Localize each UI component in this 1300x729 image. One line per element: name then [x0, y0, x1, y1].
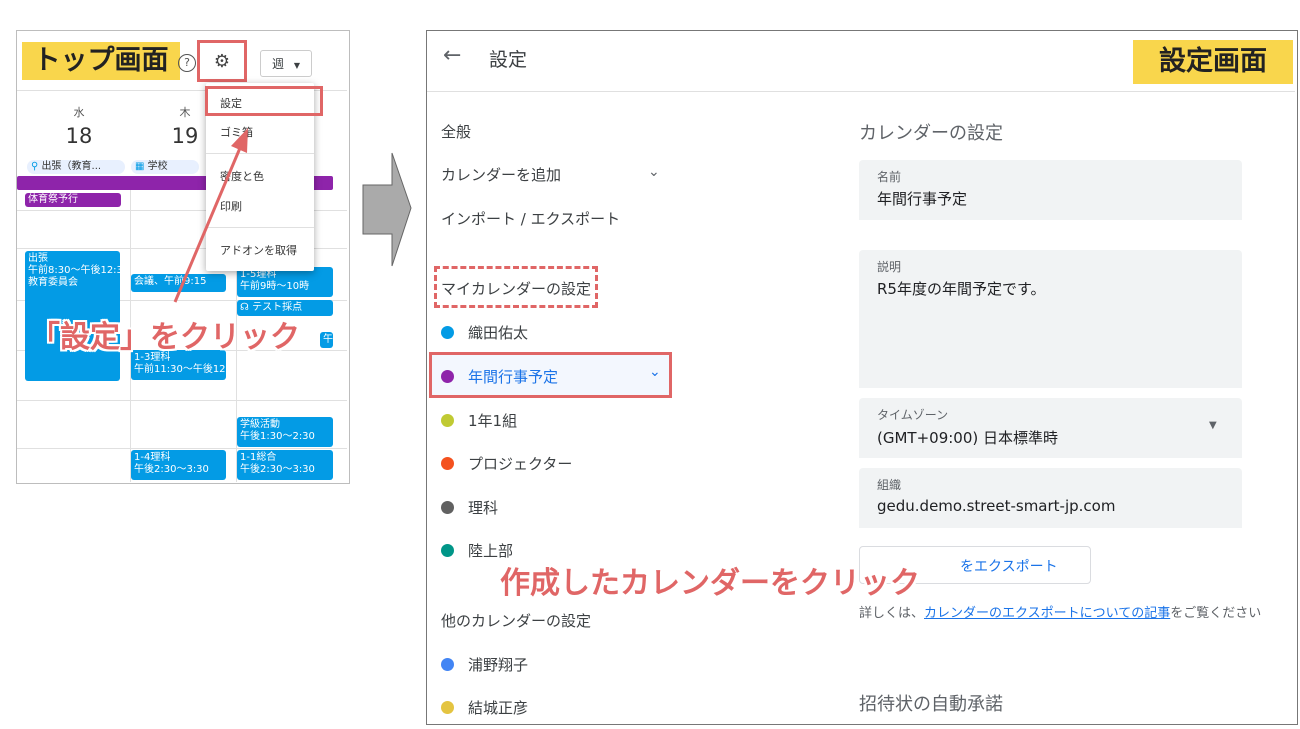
field-value: 年間行事予定 — [877, 190, 968, 208]
field-label: 名前 — [877, 170, 902, 184]
calendar-item-label: 浦野翔子 — [468, 656, 529, 674]
calendar-item-label: プロジェクター — [468, 455, 573, 473]
calendar-item-label: 織田佑太 — [468, 324, 529, 342]
section-title: カレンダーの設定 — [859, 123, 1003, 144]
callout-text: 「設定」をクリック — [30, 320, 300, 355]
back-arrow-icon[interactable]: ← — [443, 43, 461, 68]
export-note-prefix: 詳しくは、 — [859, 606, 925, 621]
callout-arrowhead — [231, 128, 248, 153]
calendar-color-dot — [441, 501, 454, 514]
organization-field: 組織 gedu.demo.street-smart-jp.com — [859, 468, 1242, 528]
calendar-color-dot — [441, 414, 454, 427]
chevron-down-icon[interactable]: ⌄ — [648, 164, 660, 180]
header-divider — [427, 91, 1295, 92]
nav-add-calendar[interactable]: カレンダーを追加 — [441, 164, 561, 185]
section-title: 招待状の自動承諾 — [859, 694, 1003, 715]
export-help-link[interactable]: カレンダーのエクスポートについての記事 — [924, 606, 1170, 621]
calendar-color-dot — [441, 701, 454, 714]
calendar-color-dot — [441, 370, 454, 383]
calendar-item-label: 結城正彦 — [468, 699, 529, 717]
nav-general[interactable]: 全般 — [441, 121, 471, 142]
settings-screen-label: 設定画面 — [1133, 40, 1293, 84]
calendar-color-dot — [441, 457, 454, 470]
field-value: gedu.demo.street-smart-jp.com — [877, 497, 1116, 515]
calendar-color-dot — [441, 544, 454, 557]
calendar-item-label: 年間行事予定 — [468, 368, 559, 386]
name-field[interactable]: 名前 年間行事予定 — [859, 160, 1242, 220]
dropdown-arrow-icon: ▼ — [1209, 420, 1217, 431]
field-value: R5年度の年間予定です。 — [877, 280, 1046, 298]
nav-import-export[interactable]: インポート / エクスポート — [441, 208, 620, 229]
callout-text: 作成したカレンダーをクリック — [500, 566, 920, 601]
calendar-color-dot — [441, 658, 454, 671]
callout-arrow-line — [173, 147, 242, 303]
calendar-item-label: 1年1組 — [468, 412, 518, 430]
chevron-down-icon[interactable]: ⌄ — [649, 364, 661, 380]
field-label: 説明 — [877, 260, 902, 274]
field-value: (GMT+09:00) 日本標準時 — [877, 429, 1058, 447]
page-title: 設定 — [489, 49, 528, 71]
calendar-color-dot — [441, 326, 454, 339]
timezone-select[interactable]: タイムゾーン (GMT+09:00) 日本標準時 ▼ — [859, 398, 1242, 458]
transition-arrow — [362, 152, 412, 267]
my-calendars-highlight — [434, 266, 598, 308]
description-field[interactable]: 説明 R5年度の年間予定です。 — [859, 250, 1242, 388]
export-button-label: をエクスポート — [960, 559, 1058, 575]
field-label: タイムゾーン — [877, 408, 949, 422]
calendar-item-label: 理科 — [468, 499, 499, 517]
export-note: 詳しくは、カレンダーのエクスポートについての記事をご覧ください — [859, 602, 1261, 621]
nav-other-calendars: 他のカレンダーの設定 — [441, 612, 592, 630]
export-note-suffix: をご覧ください — [1170, 606, 1262, 621]
field-label: 組織 — [877, 478, 902, 492]
